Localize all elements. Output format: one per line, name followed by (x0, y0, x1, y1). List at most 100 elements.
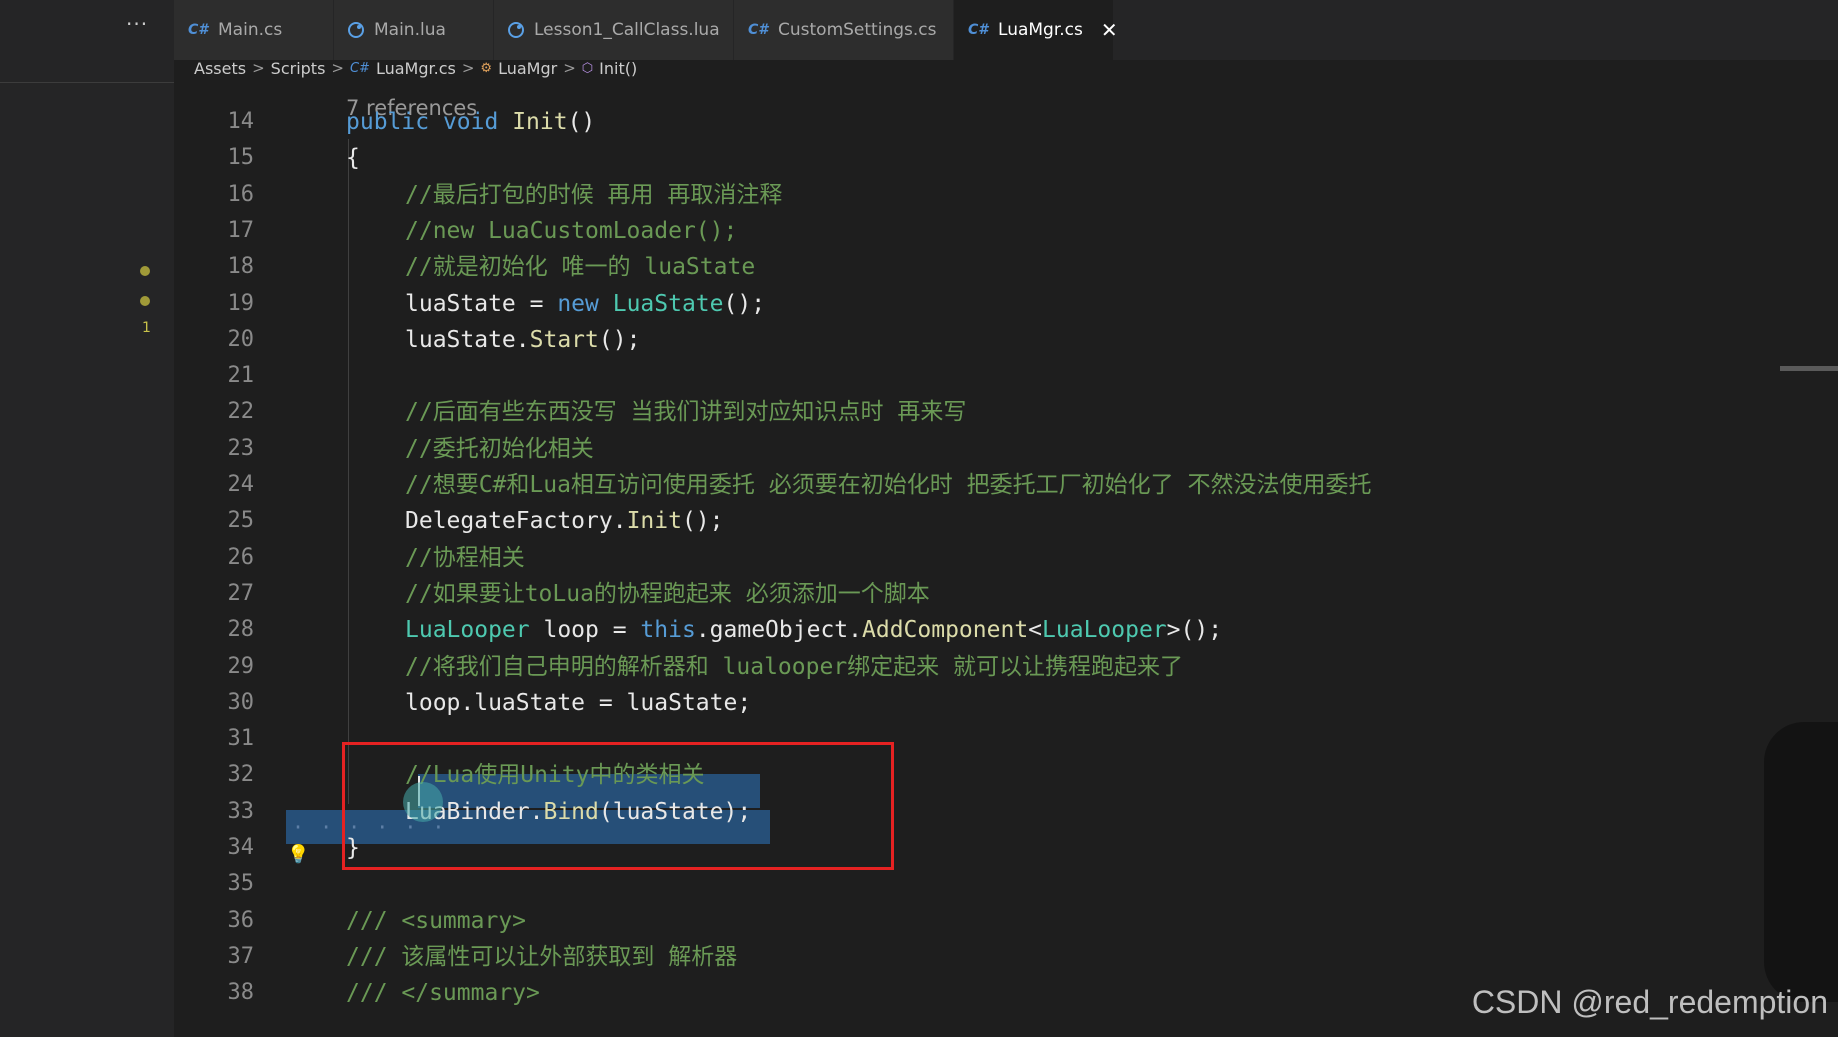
code-line: 20 luaState.Start(); (174, 322, 1838, 358)
more-actions-button[interactable]: ··· (126, 12, 148, 36)
code-text: LuaLooper loop = this.gameObject.AddComp… (405, 612, 1222, 648)
tab-label: Main.cs (218, 20, 283, 40)
code-token: . (695, 617, 710, 644)
code-token: Init (512, 109, 568, 135)
code-token: //new LuaCustomLoader(); (405, 217, 738, 244)
code-token: //就是初始化 唯一的 luaState (405, 254, 756, 281)
code-text: //后面有些东西没写 当我们讲到对应知识点时 再来写 (405, 394, 966, 430)
breadcrumb-item-assets[interactable]: Assets (194, 59, 246, 78)
scrollbar-thumb[interactable] (1780, 366, 1838, 371)
tab-main-cs[interactable]: C# Main.cs (174, 0, 334, 60)
code-token: /// 该属性可以让外部获取到 解析器 (346, 943, 738, 970)
code-token: /// <summary> (346, 907, 527, 934)
lua-file-icon (348, 22, 364, 38)
code-text: //如果要让toLua的协程跑起来 必须添加一个脚本 (405, 576, 930, 612)
code-token: luaState = (405, 290, 558, 317)
line-number: 25 (227, 508, 255, 534)
breadcrumb: Assets > Scripts > C# LuaMgr.cs > ⚙ LuaM… (194, 56, 637, 80)
sidebar-strip: ··· 1 (0, 0, 174, 1037)
code-text: loop.luaState = luaState; (405, 685, 751, 721)
code-line: 25 DelegateFactory.Init(); (174, 503, 1838, 539)
code-token: loop.luaState = luaState; (405, 689, 752, 716)
code-token: (); (681, 508, 724, 535)
line-number: 16 (227, 181, 255, 207)
code-token: //将我们自己申明的解析器和 lualooper绑定起来 就可以让携程跑起来了 (405, 653, 1184, 680)
code-line: 23 //委托初始化相关 (174, 431, 1838, 467)
breadcrumb-item-scripts[interactable]: Scripts (271, 59, 326, 78)
code-editor[interactable]: 7 references · · · · · · 14 public void I… (174, 82, 1838, 1037)
chevron-right-icon: > (252, 59, 265, 77)
code-line: 24 //想要C#和Lua相互访问使用委托 必须要在初始化时 把委托工厂初始化了 … (174, 467, 1838, 503)
code-token: AddComponent (862, 617, 1029, 644)
chevron-right-icon: > (563, 59, 576, 77)
breadcrumb-item-file[interactable]: LuaMgr.cs (376, 59, 456, 78)
line-number: 29 (227, 653, 255, 679)
tab-luamgr-cs[interactable]: C# LuaMgr.cs ✕ (954, 0, 1118, 60)
code-text: luaState = new LuaState(); (405, 286, 765, 322)
code-line: 28 LuaLooper loop = this.gameObject.AddCo… (174, 612, 1838, 648)
code-token: //想要C#和Lua相互访问使用委托 必须要在初始化时 把委托工厂初始化了 不然… (405, 472, 1372, 498)
line-number: 18 (227, 254, 255, 280)
line-number: 35 (227, 871, 255, 897)
breadcrumb-item-class[interactable]: LuaMgr (498, 59, 557, 78)
tab-label: CustomSettings.cs (778, 20, 937, 40)
code-text: /// <summary> (346, 903, 526, 939)
line-number: 37 (227, 943, 255, 969)
tab-lesson1-callclass-lua[interactable]: Lesson1_CallClass.lua (494, 0, 734, 60)
code-text: //协程相关 (405, 540, 525, 576)
sidebar-divider (0, 82, 174, 83)
code-token: new (557, 290, 613, 317)
watermark: CSDN @red_redemption (1471, 984, 1828, 1020)
code-token: luaState. (405, 326, 530, 353)
code-line: 27 //如果要让toLua的协程跑起来 必须添加一个脚本 (174, 576, 1838, 612)
lightbulb-icon[interactable]: 💡 (287, 844, 309, 865)
code-line: 14 public void Init() (174, 104, 1838, 140)
line-number: 28 (227, 617, 255, 643)
code-line: 30 loop.luaState = luaState; (174, 685, 1838, 721)
line-number: 27 (227, 580, 255, 606)
code-text: //就是初始化 唯一的 luaState (405, 249, 755, 285)
tab-bar: C# Main.cs Main.lua Lesson1_CallClass.lu… (174, 0, 1838, 60)
code-token: //委托初始化相关 (405, 435, 594, 462)
csharp-file-icon: C# (968, 22, 989, 38)
code-token: this (640, 617, 696, 644)
code-token: loop = (543, 617, 641, 644)
method-icon: ⬡ (581, 60, 594, 76)
line-number: 15 (227, 145, 255, 171)
code-text: { (346, 140, 360, 176)
tab-label: LuaMgr.cs (998, 20, 1083, 40)
code-line: 35 (174, 866, 1838, 902)
code-token: { (346, 145, 360, 172)
code-line: 19 luaState = new LuaState(); (174, 286, 1838, 322)
line-number: 20 (227, 326, 255, 352)
line-number: 31 (227, 726, 255, 752)
code-line: 37 /// 该属性可以让外部获取到 解析器 (174, 939, 1838, 975)
line-number: 22 (227, 399, 255, 425)
code-token: Init (626, 508, 682, 535)
code-text: /// </summary> (346, 975, 540, 1011)
code-token: //后面有些东西没写 当我们讲到对应知识点时 再来写 (405, 399, 967, 426)
close-icon[interactable]: ✕ (1101, 18, 1118, 42)
line-number: 23 (227, 435, 255, 461)
line-number: 26 (227, 544, 255, 570)
code-token: public (346, 109, 443, 135)
tab-main-lua[interactable]: Main.lua (334, 0, 494, 60)
line-number: 24 (227, 472, 255, 497)
gutter-badge: 1 (142, 320, 151, 336)
csharp-file-icon: C# (188, 22, 209, 38)
breadcrumb-item-method[interactable]: Init() (599, 59, 637, 78)
code-line: 36 /// <summary> (174, 903, 1838, 939)
code-text: //最后打包的时候 再用 再取消注释 (405, 177, 782, 213)
code-token: (); (723, 290, 766, 317)
change-marker-icon (140, 296, 150, 306)
code-token: LuaLooper (1042, 617, 1167, 644)
tab-customsettings-cs[interactable]: C# CustomSettings.cs (734, 0, 954, 60)
line-number: 32 (227, 762, 255, 788)
code-line: 15 { (174, 140, 1838, 176)
code-line: 17 //new LuaCustomLoader(); (174, 213, 1838, 249)
code-line: 16 //最后打包的时候 再用 再取消注释 (174, 177, 1838, 213)
code-text: luaState.Start(); (405, 322, 640, 358)
code-text: //new LuaCustomLoader(); (405, 213, 737, 249)
chevron-right-icon: > (331, 59, 344, 77)
tab-label: Lesson1_CallClass.lua (534, 20, 720, 40)
